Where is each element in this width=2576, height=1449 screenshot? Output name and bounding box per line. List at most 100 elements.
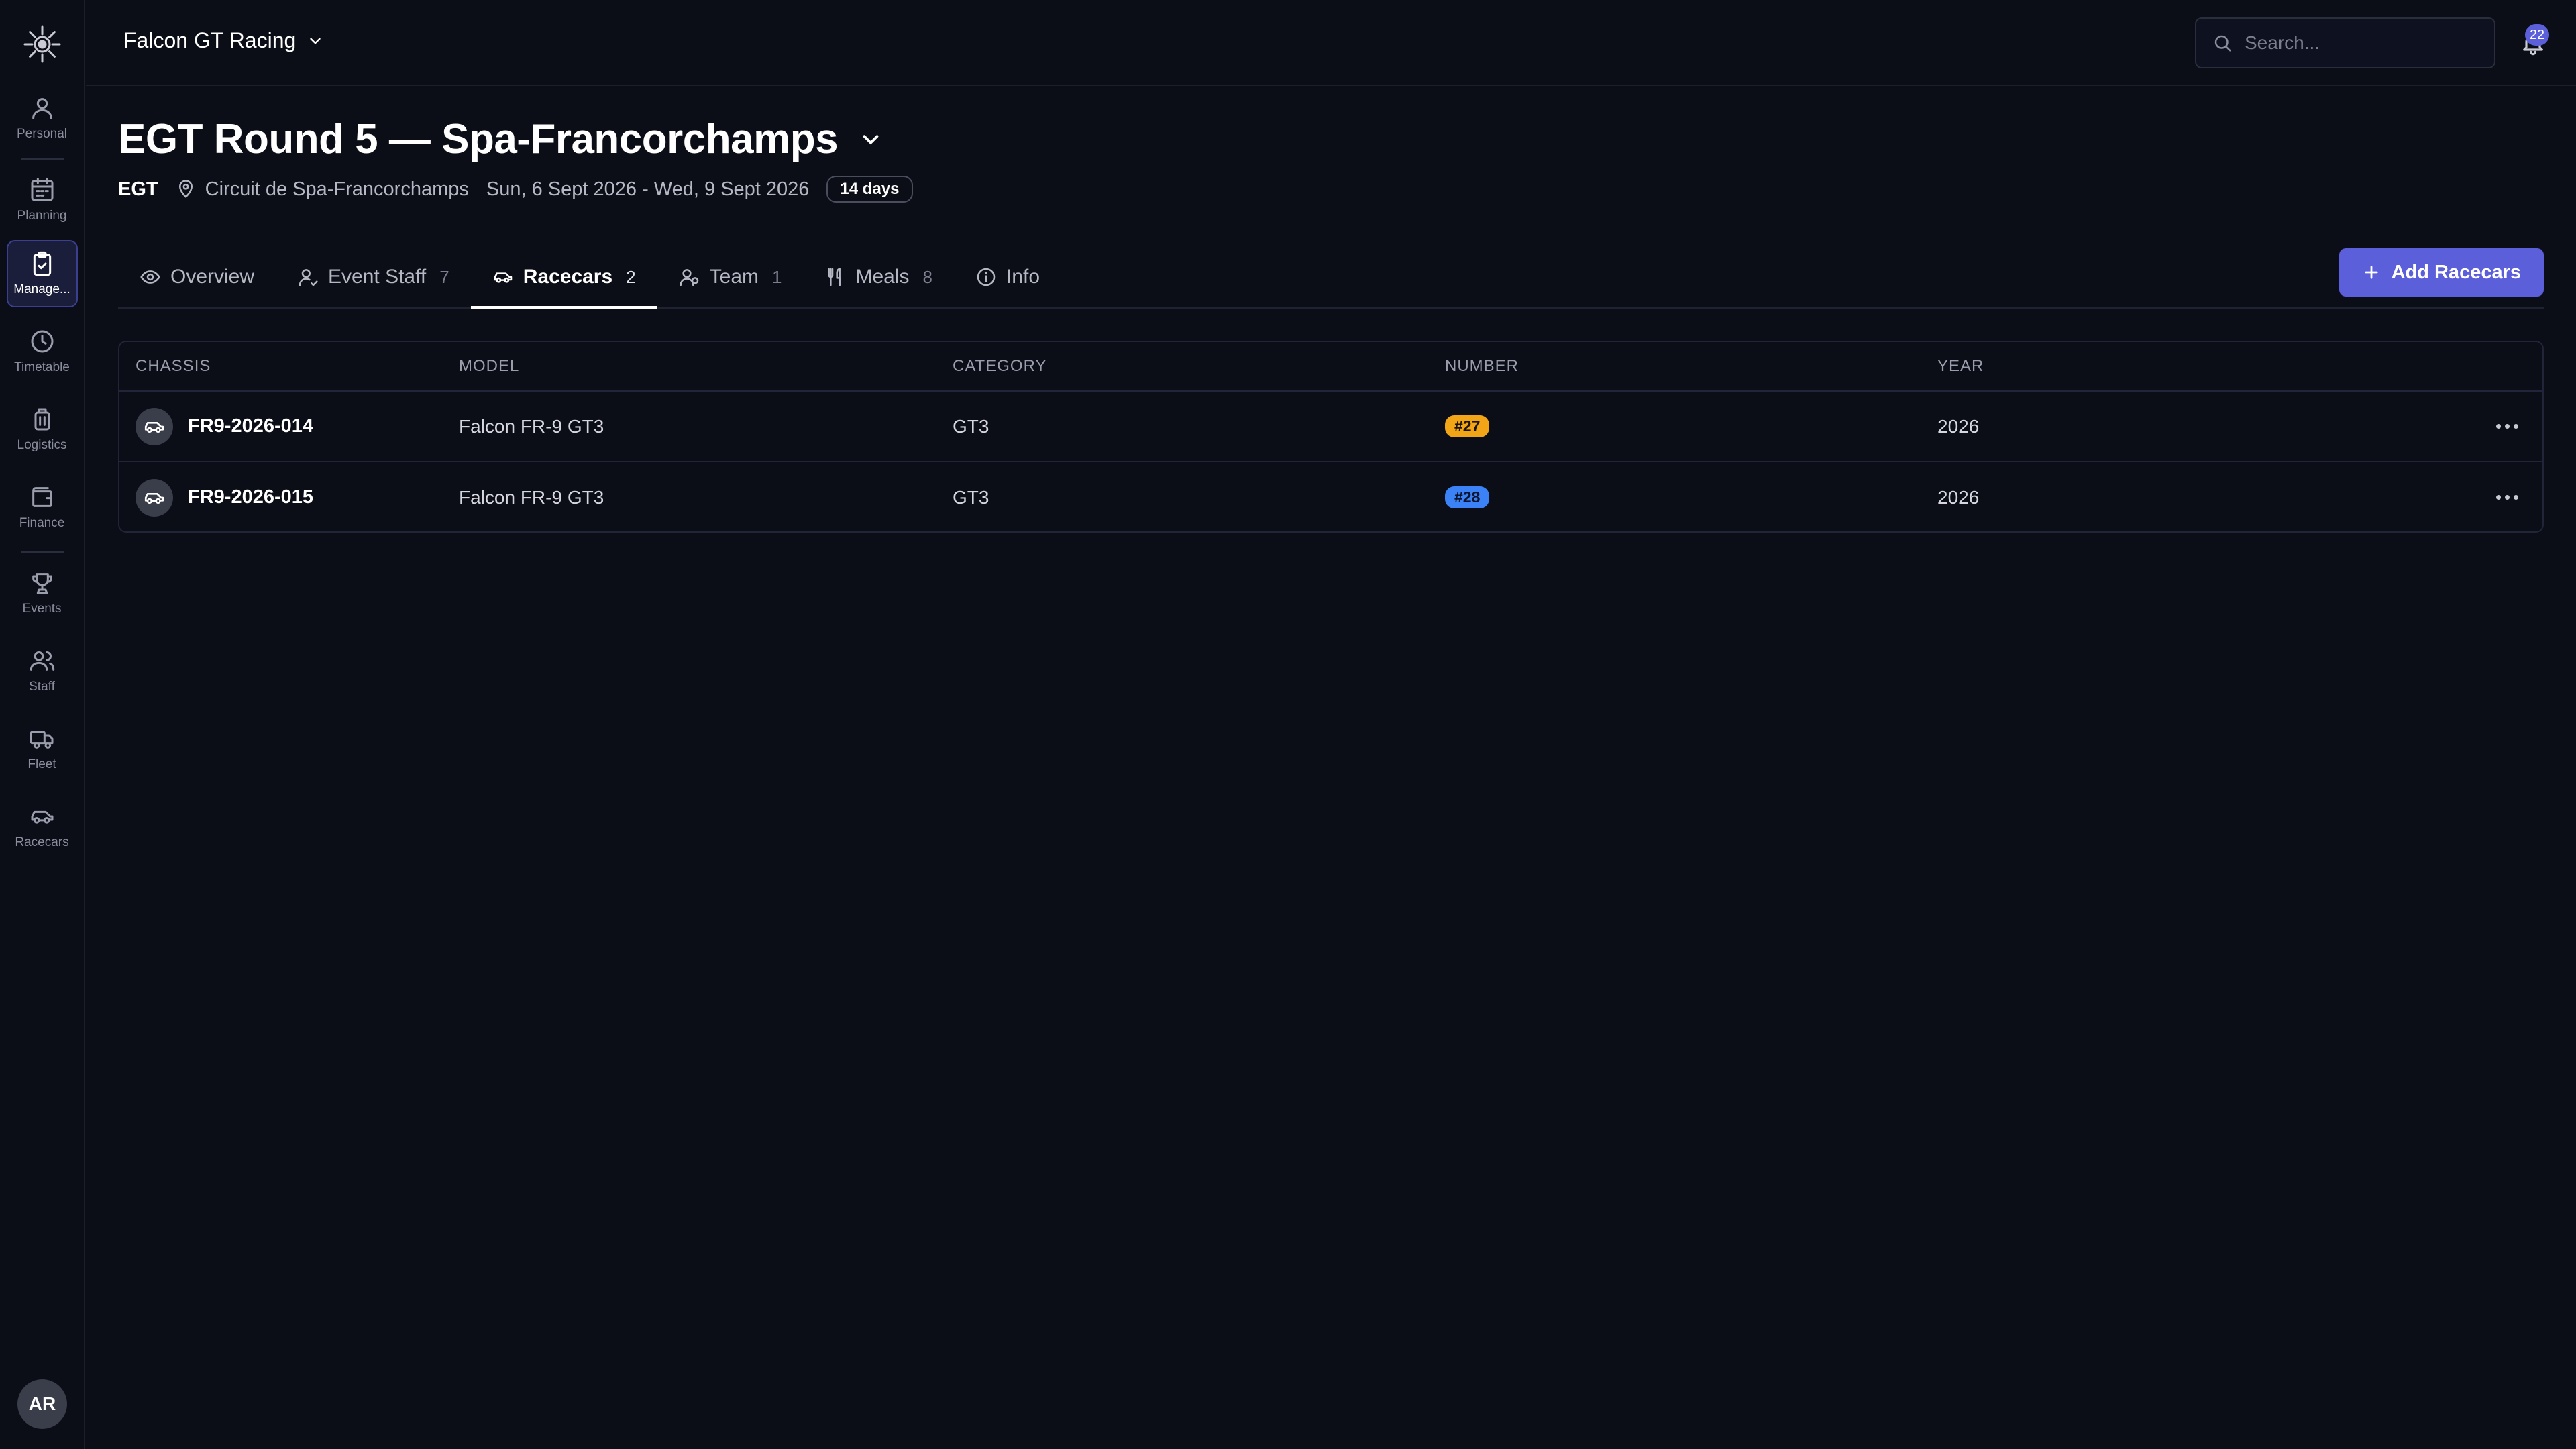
trophy-icon xyxy=(32,573,52,594)
column-header-category[interactable]: CATEGORY xyxy=(953,357,1046,376)
tab-count: 7 xyxy=(439,266,449,287)
chassis-id[interactable]: FR9-2026-015 xyxy=(188,486,313,508)
user-icon xyxy=(299,269,318,286)
sidebar-item-label: Logistics xyxy=(17,438,67,452)
race-number-badge: #28 xyxy=(1445,486,1490,508)
tab-label: Team xyxy=(709,266,759,288)
calendar-icon xyxy=(31,177,53,201)
sidebar-item-label: Racecars xyxy=(15,835,69,849)
add-racecars-button[interactable]: Add Racecars xyxy=(2339,248,2544,297)
tab-label: Event Staff xyxy=(328,266,427,288)
chevron-down-icon xyxy=(863,134,879,144)
duration-badge: 14 days xyxy=(826,176,913,203)
column-header-year[interactable]: YEAR xyxy=(1937,357,1984,376)
sidebar-item-finance[interactable]: Finance xyxy=(7,474,78,541)
tab-info[interactable]: Info xyxy=(954,248,1061,309)
event-series: EGT xyxy=(118,178,158,200)
chassis-cell: FR9-2026-014 xyxy=(136,407,313,445)
table-row[interactable]: FR9-2026-015 Falcon FR-9 GT3 GT3 #28 202… xyxy=(119,462,2542,531)
sidebar-item-planning[interactable]: Planning xyxy=(7,166,78,233)
sidebar-item-manage[interactable]: Manage... xyxy=(6,240,78,307)
users-icon xyxy=(30,651,54,671)
tab-label: Overview xyxy=(170,266,255,288)
sidebar-item-label: Finance xyxy=(19,516,65,530)
luggage-icon xyxy=(34,408,50,431)
clock-icon xyxy=(31,330,53,353)
page-title: EGT Round 5 — Spa-Francorchamps xyxy=(118,116,839,162)
notification-count-badge: 22 xyxy=(2525,24,2549,46)
column-header-number[interactable]: NUMBER xyxy=(1445,357,1519,376)
search-box[interactable] xyxy=(2195,17,2496,68)
sidebar-item-label: Personal xyxy=(17,127,67,141)
sidebar-item-staff[interactable]: Staff xyxy=(7,637,78,704)
tab-label: Meals xyxy=(855,266,910,288)
sidebar-item-label: Timetable xyxy=(14,360,70,374)
sidebar-item-label: Manage... xyxy=(13,282,70,297)
wallet-icon xyxy=(32,487,52,507)
sidebar-item-label: Fleet xyxy=(28,757,56,771)
tab-count: 1 xyxy=(772,266,782,287)
row-actions-button[interactable] xyxy=(2496,424,2518,429)
utensils-icon xyxy=(828,268,841,286)
year-cell: 2026 xyxy=(1937,486,1980,508)
model-cell: Falcon FR-9 GT3 xyxy=(459,415,604,437)
event-location: Circuit de Spa-Francorchamps xyxy=(176,178,469,201)
chevron-down-icon xyxy=(310,38,321,44)
chassis-cell: FR9-2026-015 xyxy=(136,478,313,517)
avatar[interactable]: AR xyxy=(17,1379,67,1429)
clipboard-check-icon xyxy=(33,251,51,276)
tab-racecars[interactable]: Racecars 2 xyxy=(470,248,657,309)
category-cell: GT3 xyxy=(953,415,989,437)
sidebar-item-fleet[interactable]: Fleet xyxy=(7,715,78,782)
location-text: Circuit de Spa-Francorchamps xyxy=(205,178,469,200)
table-header: CHASSIS MODEL CATEGORY NUMBER YEAR xyxy=(119,342,2542,392)
year-cell: 2026 xyxy=(1937,415,1980,437)
team-icon xyxy=(680,269,698,286)
page-title-switcher[interactable]: EGT Round 5 — Spa-Francorchamps xyxy=(118,115,883,163)
category-cell: GT3 xyxy=(953,486,989,508)
row-actions-button[interactable] xyxy=(2496,495,2518,500)
car-icon xyxy=(136,407,173,445)
add-racecars-label: Add Racecars xyxy=(2391,261,2521,283)
event-dates: Sun, 6 Sept 2026 - Wed, 9 Sept 2026 xyxy=(486,178,810,200)
map-pin-icon xyxy=(178,180,193,198)
sidebar-item-label: Staff xyxy=(29,680,55,694)
car-icon xyxy=(494,272,512,283)
info-icon xyxy=(977,268,996,286)
model-cell: Falcon FR-9 GT3 xyxy=(459,486,604,508)
tab-event-staff[interactable]: Event Staff 7 xyxy=(276,248,471,309)
sidebar-divider xyxy=(20,158,64,160)
plus-icon xyxy=(2364,266,2378,279)
column-header-model[interactable]: MODEL xyxy=(459,357,519,376)
tab-label: Info xyxy=(1006,266,1040,288)
sidebar-divider xyxy=(20,551,64,553)
sidebar-item-events[interactable]: Events xyxy=(7,559,78,627)
tab-label: Racecars xyxy=(523,266,613,288)
person-icon xyxy=(32,98,52,119)
tab-count: 2 xyxy=(626,266,636,287)
sidebar-item-personal[interactable]: Personal xyxy=(7,85,78,152)
racecars-table: CHASSIS MODEL CATEGORY NUMBER YEAR FR9-2… xyxy=(118,341,2544,533)
tab-team[interactable]: Team 1 xyxy=(657,248,804,309)
sidebar-item-racecars[interactable]: Racecars xyxy=(7,793,78,860)
table-row[interactable]: FR9-2026-014 Falcon FR-9 GT3 GT3 #27 202… xyxy=(119,392,2542,462)
app-logo-icon[interactable] xyxy=(21,23,64,66)
tab-overview[interactable]: Overview xyxy=(118,248,276,309)
org-switcher[interactable]: Falcon GT Racing xyxy=(123,28,324,53)
search-icon xyxy=(2214,35,2231,52)
sidebar: Personal Planning Manage... Timetable Lo… xyxy=(0,0,85,1449)
tab-meals[interactable]: Meals 8 xyxy=(803,248,954,309)
car-icon xyxy=(31,810,53,824)
chassis-id[interactable]: FR9-2026-014 xyxy=(188,415,313,437)
race-number-badge: #27 xyxy=(1445,415,1490,437)
tab-count: 8 xyxy=(922,266,932,287)
car-icon xyxy=(136,478,173,517)
org-name: Falcon GT Racing xyxy=(123,28,297,52)
sidebar-item-logistics[interactable]: Logistics xyxy=(7,396,78,463)
eye-icon xyxy=(140,270,160,284)
sidebar-item-timetable[interactable]: Timetable xyxy=(7,318,78,385)
column-header-chassis[interactable]: CHASSIS xyxy=(136,357,211,376)
search-input[interactable] xyxy=(2245,32,2473,54)
sidebar-item-label: Planning xyxy=(17,209,67,223)
tab-bar: Overview Event Staff 7 Racecars 2 Team 1… xyxy=(118,248,2544,309)
